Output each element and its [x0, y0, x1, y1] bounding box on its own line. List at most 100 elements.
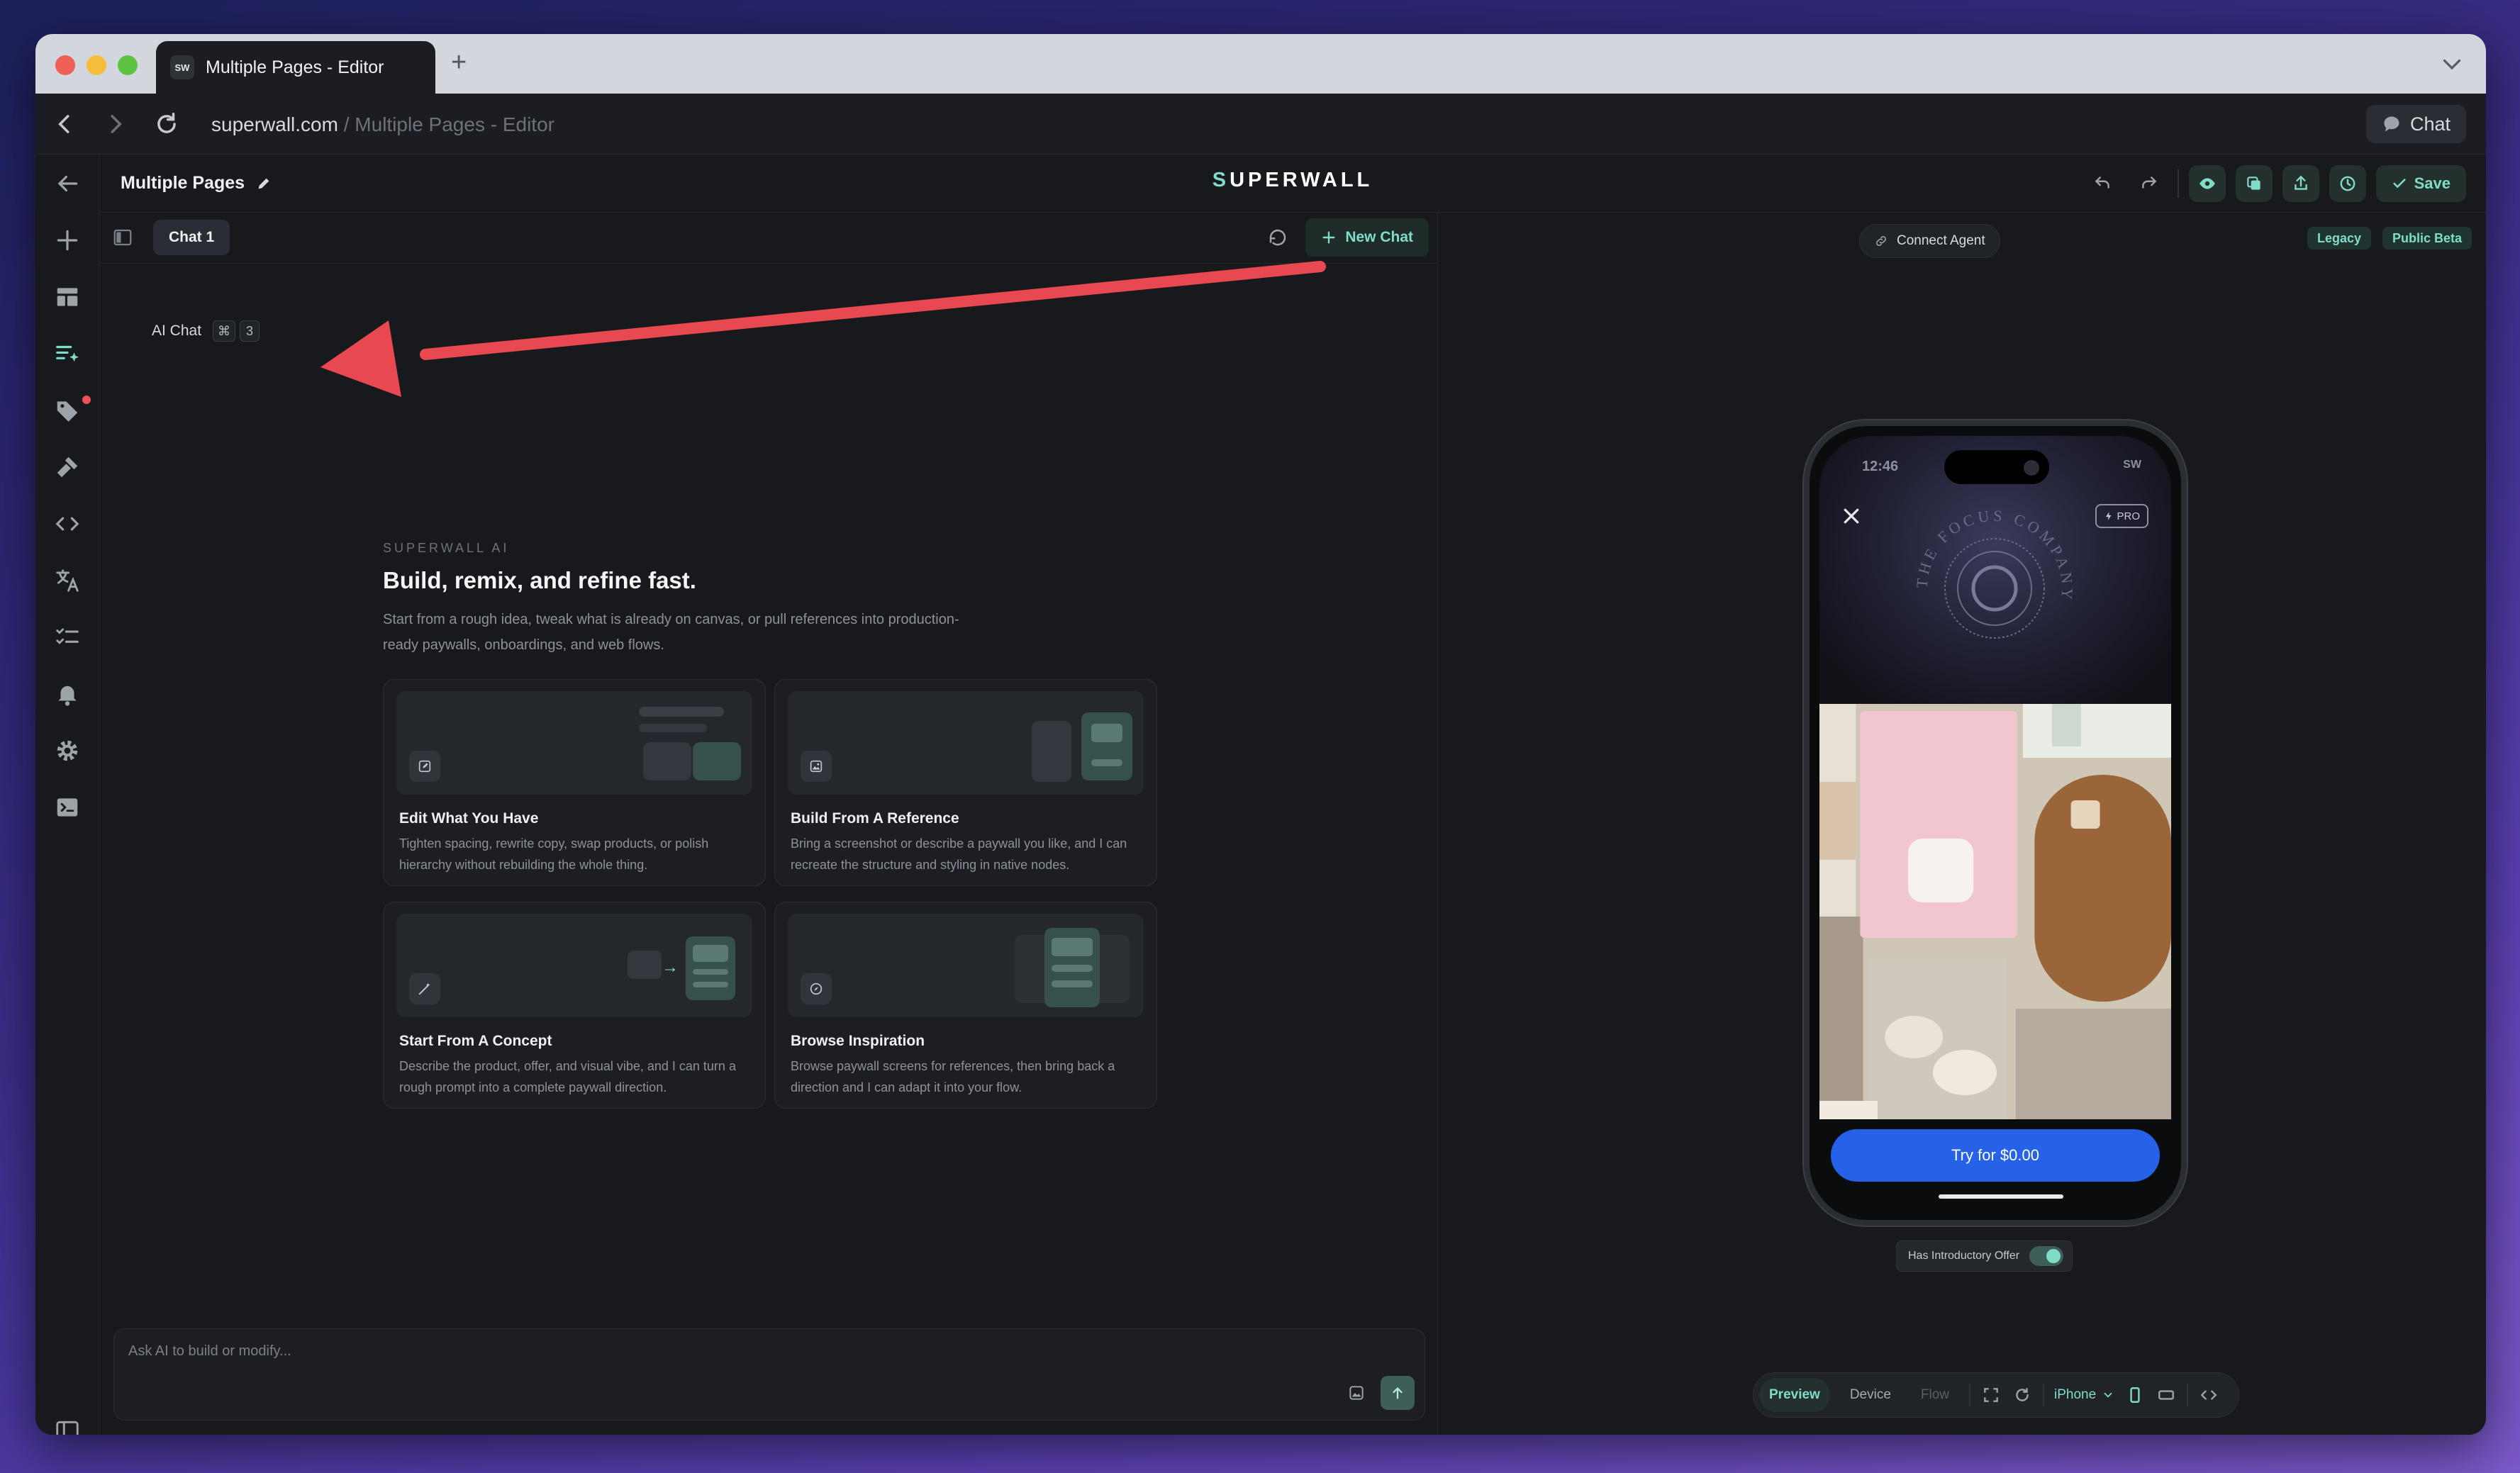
url-field[interactable]: superwall.com / Multiple Pages - Editor — [211, 113, 554, 136]
duplicate-button[interactable] — [2235, 165, 2273, 202]
send-button[interactable] — [1381, 1376, 1415, 1410]
intro-eyebrow: SUPERWALL AI — [383, 541, 510, 555]
device-selector[interactable]: iPhone — [2054, 1387, 2114, 1403]
undo-icon — [2095, 177, 2109, 189]
intro-offer-toggle[interactable] — [2029, 1246, 2064, 1266]
chat-history-icon[interactable] — [1267, 227, 1288, 248]
new-tab-button[interactable]: + — [451, 48, 467, 77]
card-preview — [788, 914, 1144, 1017]
url-domain: superwall.com — [211, 113, 338, 135]
ai-chat-icon[interactable] — [54, 340, 81, 367]
browser-tab-active[interactable]: SW Multiple Pages - Editor — [156, 41, 435, 94]
url-path: / Multiple Pages - Editor — [338, 113, 554, 135]
tab-strip: SW Multiple Pages - Editor + — [35, 34, 2486, 94]
fullscreen-button[interactable] — [1980, 1384, 2002, 1406]
compass-icon — [801, 973, 832, 1004]
back-icon[interactable] — [51, 111, 78, 138]
bottom-bar-divider — [2187, 1384, 2189, 1406]
forward-icon[interactable] — [102, 111, 129, 138]
header-toolbar: Save — [2084, 164, 2466, 203]
card-start-from-a-concept[interactable]: → Start From A Concept Describe the prod… — [383, 902, 766, 1109]
phone-preview: THE FOCUS COMPANY 12:46 SW PRO Try for $… — [1804, 420, 2187, 1226]
tab-title: Multiple Pages - Editor — [206, 57, 384, 77]
public-beta-badge[interactable]: Public Beta — [2382, 227, 2472, 250]
browser-chat-button[interactable]: Chat — [2365, 105, 2466, 143]
new-chat-label: New Chat — [1345, 229, 1413, 245]
editor-app: Multiple Pages SUPERWALL Save Chat 1 New… — [35, 155, 2486, 1435]
add-icon[interactable] — [54, 227, 81, 254]
intro-offer-label: Has Introductory Offer — [1908, 1250, 2020, 1262]
chat-panel: Chat 1 New Chat AI Chat ⌘ 3 SUPERWALL AI… — [99, 213, 1438, 1435]
attach-image-button[interactable] — [1344, 1380, 1369, 1406]
ai-chat-label: AI Chat — [152, 323, 202, 339]
edit-icon — [409, 751, 440, 782]
tab-device[interactable]: Device — [1840, 1378, 1901, 1412]
bottom-bar-divider — [2043, 1384, 2045, 1406]
paywall-hero: THE FOCUS COMPANY 12:46 SW PRO — [1819, 436, 2171, 704]
code-icon[interactable] — [54, 510, 81, 537]
connect-agent-button[interactable]: Connect Agent — [1859, 224, 2000, 258]
share-button[interactable] — [2282, 165, 2319, 202]
address-bar: superwall.com / Multiple Pages - Editor … — [35, 94, 2486, 155]
focus-company-seal-logo: THE FOCUS COMPANY — [1913, 507, 2073, 639]
minimize-window-button[interactable] — [87, 55, 106, 75]
undo-button[interactable] — [2084, 165, 2121, 202]
preview-eye-button[interactable] — [2188, 165, 2226, 202]
bell-icon[interactable] — [54, 681, 81, 707]
legacy-badge[interactable]: Legacy — [2307, 227, 2371, 250]
code-brackets-icon — [2200, 1390, 2217, 1400]
ai-chat-tooltip: AI Chat ⌘ 3 — [152, 320, 260, 342]
ai-prompt-composer[interactable]: Ask AI to build or modify... — [113, 1328, 1425, 1421]
redo-button[interactable] — [2131, 165, 2168, 202]
card-description: Tighten spacing, rewrite copy, swap prod… — [399, 836, 709, 872]
panel-toggle-icon[interactable] — [112, 227, 133, 248]
close-window-button[interactable] — [55, 55, 75, 75]
card-build-from-a-reference[interactable]: Build From A Reference Bring a screensho… — [774, 679, 1157, 886]
card-browse-inspiration[interactable]: Browse Inspiration Browse paywall screen… — [774, 902, 1157, 1109]
checklist-icon[interactable] — [54, 624, 81, 651]
history-button[interactable] — [2329, 165, 2366, 202]
shortcut-command-key: ⌘ — [213, 320, 236, 342]
left-rail — [35, 155, 99, 1435]
save-button[interactable]: Save — [2375, 165, 2466, 202]
tab-list-chevron-icon[interactable] — [2439, 51, 2465, 77]
tag-icon[interactable] — [54, 397, 81, 424]
copy-icon — [2246, 177, 2260, 190]
gear-icon[interactable] — [54, 737, 81, 764]
back-arrow-icon[interactable] — [54, 170, 81, 197]
browser-window: SW Multiple Pages - Editor + superwall.c… — [35, 34, 2486, 1435]
close-icon[interactable] — [1841, 505, 1862, 527]
tab-flow[interactable]: Flow — [1911, 1378, 1959, 1412]
intro-title: Build, remix, and refine fast. — [383, 567, 696, 593]
portrait-button[interactable] — [2124, 1384, 2146, 1406]
try-free-button[interactable]: Try for $0.00 — [1831, 1129, 2160, 1182]
new-chat-button[interactable]: New Chat — [1305, 218, 1429, 257]
link-icon — [1876, 236, 1886, 246]
dynamic-island — [1944, 450, 2049, 484]
refresh-preview-button[interactable] — [2012, 1384, 2033, 1406]
reload-icon[interactable] — [153, 111, 180, 138]
landscape-button[interactable] — [2156, 1384, 2177, 1406]
card-edit-what-you-have[interactable]: Edit What You Have Tighten spacing, rewr… — [383, 679, 766, 886]
check-icon — [2392, 179, 2406, 189]
chat-toolbar: Chat 1 New Chat — [99, 213, 1437, 264]
card-title: Browse Inspiration — [791, 1033, 925, 1049]
maximize-window-button[interactable] — [118, 55, 138, 75]
project-title-text: Multiple Pages — [121, 173, 245, 193]
tab-preview[interactable]: Preview — [1759, 1378, 1830, 1412]
card-description: Describe the product, offer, and visual … — [399, 1059, 736, 1094]
hammer-icon[interactable] — [54, 454, 81, 481]
code-view-button[interactable] — [2198, 1384, 2219, 1406]
sidebar-toggle-icon[interactable] — [54, 1418, 81, 1435]
notification-dot — [82, 396, 91, 404]
home-indicator — [1939, 1194, 2063, 1199]
terminal-icon[interactable] — [54, 794, 81, 821]
image-icon — [801, 751, 832, 782]
card-preview: → — [396, 914, 752, 1017]
pencil-icon[interactable] — [256, 176, 272, 191]
project-title[interactable]: Multiple Pages — [121, 173, 272, 194]
translate-icon[interactable] — [54, 567, 81, 594]
tab-chat-1[interactable]: Chat 1 — [153, 220, 230, 255]
layout-icon[interactable] — [54, 284, 81, 310]
eye-icon — [2199, 178, 2215, 189]
